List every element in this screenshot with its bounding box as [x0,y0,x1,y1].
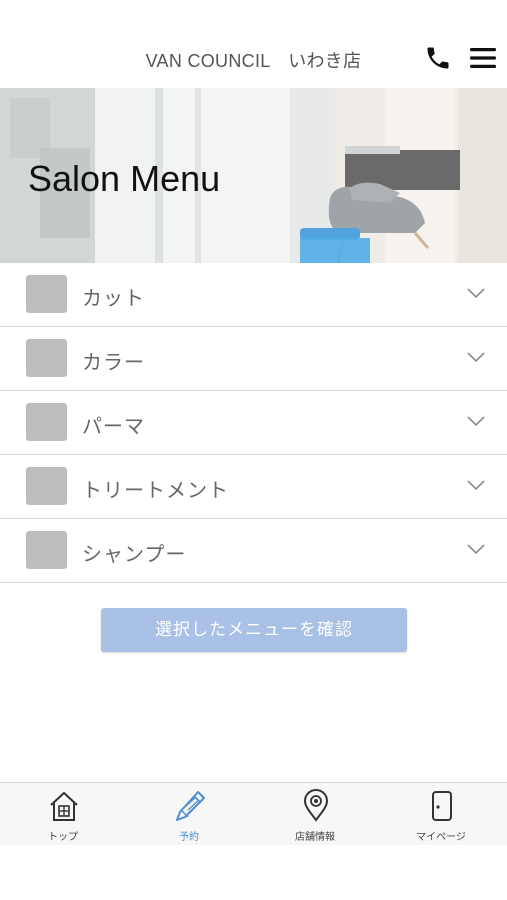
menu-item-label: カラー [82,350,145,374]
door-icon [432,791,452,821]
chevron-down-icon[interactable] [466,543,486,555]
hero-banner: Salon Menu [0,88,507,263]
phone-icon[interactable] [424,44,452,72]
menu-item-perm[interactable]: パーマ [0,391,507,455]
menu-item-thumbnail [26,339,67,377]
tab-label: トップ [48,832,78,843]
menu-item-label: パーマ [82,414,145,438]
menu-item-shampoo[interactable]: シャンプー [0,519,507,583]
page-title: Salon Menu [28,158,221,199]
chevron-down-icon[interactable] [466,415,486,427]
tab-store-info[interactable]: 店舗情報 [252,783,378,846]
map-pin-icon [303,789,329,822]
tab-label: 店舗情報 [295,832,335,843]
menu-item-label: シャンプー [82,542,187,566]
app-header: VAN COUNCIL いわき店 [0,0,507,88]
chevron-down-icon[interactable] [466,287,486,299]
home-icon [50,792,78,821]
menu-item-thumbnail [26,275,67,313]
menu-item-color[interactable]: カラー [0,327,507,391]
tab-top[interactable]: トップ [0,783,126,846]
pencil-icon [176,791,205,821]
tab-label: 予約 [179,832,199,843]
chevron-down-icon[interactable] [466,351,486,363]
hamburger-menu-icon[interactable] [469,46,497,70]
menu-item-thumbnail [26,403,67,441]
confirm-selected-menu-button[interactable]: 選択したメニューを確認 [101,608,407,652]
menu-item-cut[interactable]: カット [0,263,507,327]
bottom-tab-bar: トップ 予約 店舗情報 マイページ [0,782,507,845]
menu-item-treatment[interactable]: トリートメント [0,455,507,519]
chevron-down-icon[interactable] [466,479,486,491]
menu-item-label: トリートメント [82,478,229,502]
tab-my-page[interactable]: マイページ [378,783,504,846]
menu-item-thumbnail [26,531,67,569]
menu-category-list: カット カラー パーマ トリートメント シャンプー [0,263,507,583]
tab-label: マイページ [416,832,466,843]
menu-item-label: カット [82,286,145,310]
menu-item-thumbnail [26,467,67,505]
tab-reservation[interactable]: 予約 [126,783,252,846]
